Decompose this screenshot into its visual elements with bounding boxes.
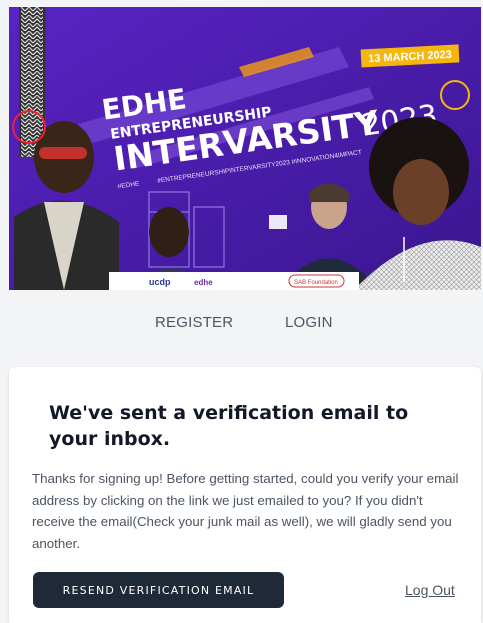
register-link[interactable]: REGISTER (155, 314, 233, 331)
verification-card: We've sent a verification email to your … (9, 367, 481, 623)
partner-logo-sab: SAB Foundation (294, 280, 338, 286)
resend-verification-button[interactable]: Resend Verification Email (33, 572, 284, 608)
partner-logo-edhe: edhe (194, 278, 213, 287)
event-banner-art: 13 MARCH 2023 EDHE ENTREPRENEURSHIP INTE… (9, 7, 481, 290)
verification-heading: We've sent a verification email to your … (49, 402, 409, 450)
event-banner: 13 MARCH 2023 EDHE ENTREPRENEURSHIP INTE… (9, 7, 481, 290)
auth-nav: REGISTER LOGIN (0, 314, 483, 334)
logout-link[interactable]: Log Out (405, 582, 455, 598)
login-link[interactable]: LOGIN (285, 314, 333, 331)
verification-message: Thanks for signing up! Before getting st… (32, 471, 459, 551)
partner-logo-ucdp: ucdp (149, 277, 171, 287)
